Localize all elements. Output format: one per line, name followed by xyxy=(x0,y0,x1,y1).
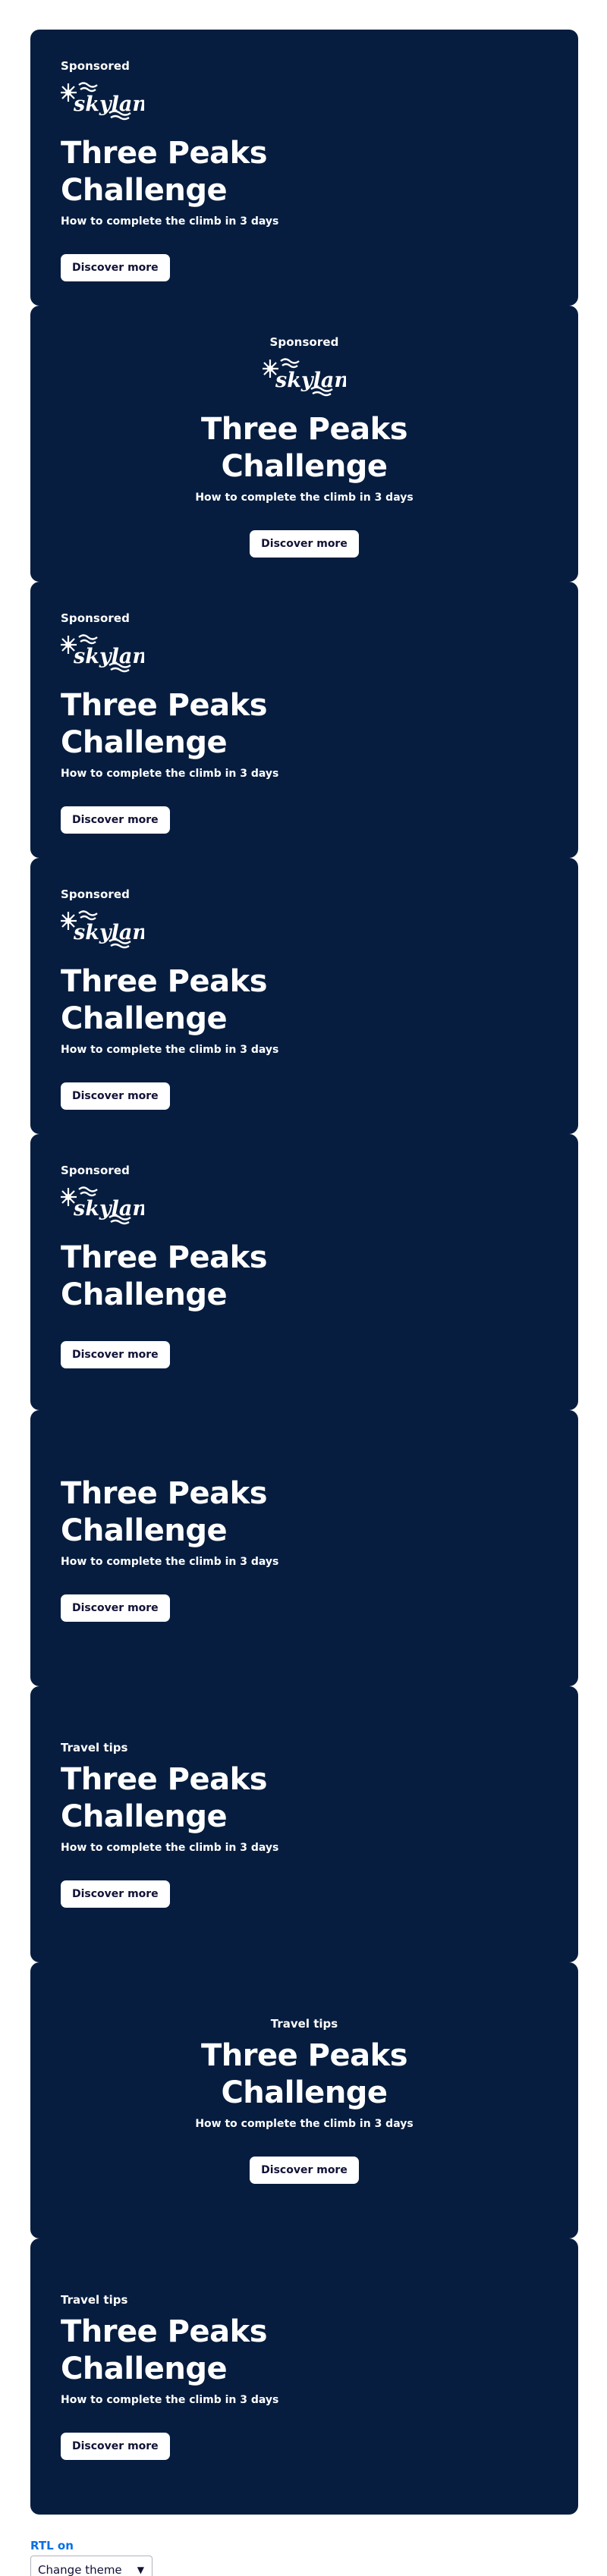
rtl-toggle-link[interactable]: RTL on xyxy=(30,2538,153,2553)
sponsored-card-left: Sponsored skyland Three Peaks Challenge … xyxy=(30,30,578,306)
skyland-logo: skyland xyxy=(61,82,144,121)
card-title: Three Peaks Challenge xyxy=(61,1240,268,1312)
card-title: Three Peaks Challenge xyxy=(200,2038,408,2110)
card-description: How to complete the climb in 3 days xyxy=(61,1555,279,1568)
sponsored-card-centered: Sponsored skyland Three Peaks Challenge … xyxy=(30,306,578,582)
svg-text:skyland: skyland xyxy=(73,645,144,668)
sponsored-label: Sponsored xyxy=(269,335,339,349)
discover-more-button[interactable]: Discover more xyxy=(250,2157,359,2184)
sponsored-card-left: Sponsored skyland Three Peaks Challenge … xyxy=(30,858,578,1134)
skyland-logo: skyland xyxy=(263,358,346,397)
plain-card: Three Peaks Challenge How to complete th… xyxy=(30,1410,578,1686)
category-label: Travel tips xyxy=(270,2017,338,2031)
sponsored-label: Sponsored xyxy=(61,59,130,73)
discover-more-button[interactable]: Discover more xyxy=(61,2433,170,2460)
sponsored-card-left: Sponsored skyland Three Peaks Challenge … xyxy=(30,582,578,858)
skyland-logo: skyland xyxy=(61,1186,144,1225)
sponsored-label: Sponsored xyxy=(61,1164,130,1177)
travel-tips-card-centered: Travel tips Three Peaks Challenge How to… xyxy=(30,1962,578,2238)
card-description: How to complete the climb in 3 days xyxy=(61,1842,279,1854)
skyland-logo: skyland xyxy=(61,910,144,949)
card-description: How to complete the climb in 3 days xyxy=(195,2118,414,2130)
card-title: Three Peaks Challenge xyxy=(200,412,408,484)
svg-text:skyland: skyland xyxy=(73,921,144,944)
travel-tips-card-left: Travel tips Three Peaks Challenge How to… xyxy=(30,2238,578,2515)
sponsored-label: Sponsored xyxy=(61,611,130,625)
svg-text:skyland: skyland xyxy=(73,1197,144,1220)
travel-tips-card-left: Travel tips Three Peaks Challenge How to… xyxy=(30,1686,578,1962)
card-title: Three Peaks Challenge xyxy=(61,2314,268,2386)
discover-more-button[interactable]: Discover more xyxy=(61,1082,170,1110)
discover-more-button[interactable]: Discover more xyxy=(61,1341,170,1368)
card-description: How to complete the climb in 3 days xyxy=(61,215,279,228)
card-title: Three Peaks Challenge xyxy=(61,964,268,1036)
card-description: How to complete the climb in 3 days xyxy=(61,2394,279,2406)
discover-more-button[interactable]: Discover more xyxy=(61,806,170,834)
theme-select[interactable]: Change theme ▼ xyxy=(30,2556,153,2576)
footer-controls: RTL on Change theme ▼ xyxy=(30,2538,153,2576)
skyland-logo: skyland xyxy=(61,634,144,673)
discover-more-button[interactable]: Discover more xyxy=(61,1594,170,1622)
svg-text:skyland: skyland xyxy=(275,369,346,392)
chevron-down-icon: ▼ xyxy=(137,2565,144,2575)
category-label: Travel tips xyxy=(61,2293,128,2307)
theme-select-label: Change theme xyxy=(38,2563,122,2576)
discover-more-button[interactable]: Discover more xyxy=(250,530,359,558)
svg-text:skyland: skyland xyxy=(73,93,144,116)
card-title: Three Peaks Challenge xyxy=(61,1475,268,1548)
sponsored-label: Sponsored xyxy=(61,887,130,901)
card-description: How to complete the climb in 3 days xyxy=(61,768,279,780)
card-description: How to complete the climb in 3 days xyxy=(195,492,414,504)
card-stack: Sponsored skyland Three Peaks Challenge … xyxy=(30,30,578,2515)
sponsored-card-no-description: Sponsored skyland Three Peaks Challenge … xyxy=(30,1134,578,1410)
category-label: Travel tips xyxy=(61,1741,128,1755)
card-title: Three Peaks Challenge xyxy=(61,136,268,208)
card-title: Three Peaks Challenge xyxy=(61,688,268,760)
card-description: How to complete the climb in 3 days xyxy=(61,1044,279,1056)
card-title: Three Peaks Challenge xyxy=(61,1762,268,1834)
discover-more-button[interactable]: Discover more xyxy=(61,254,170,281)
discover-more-button[interactable]: Discover more xyxy=(61,1880,170,1908)
